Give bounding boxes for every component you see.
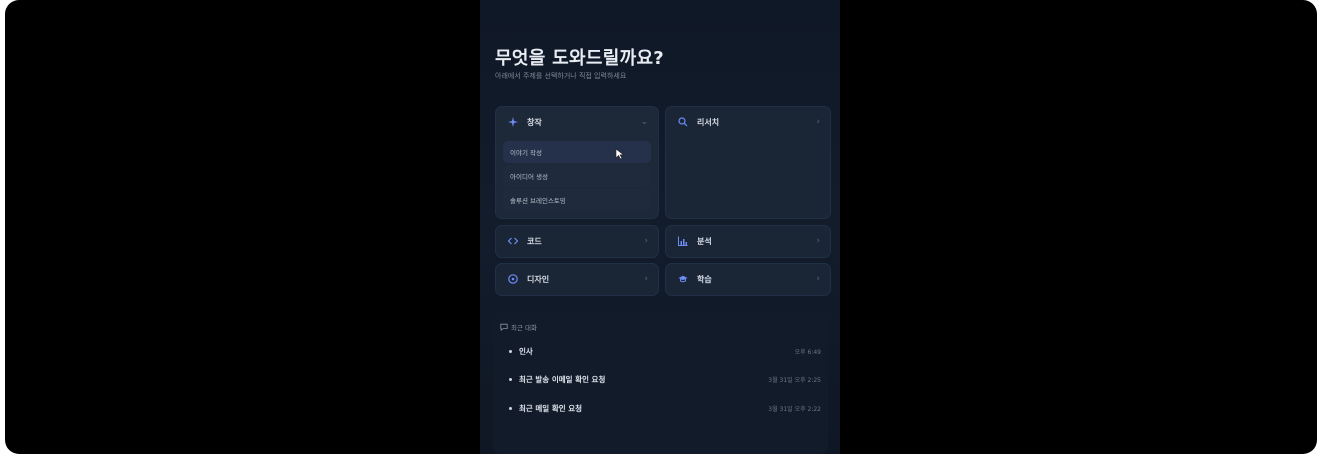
palette-icon [508, 274, 518, 284]
chevron-right-icon: › [644, 236, 648, 246]
option-generate-ideas[interactable]: 아이디어 생성 [503, 165, 651, 187]
chevron-right-icon: › [816, 117, 820, 127]
chevron-down-icon: ⌄ [640, 117, 648, 127]
card-label-design: 디자인 [527, 274, 550, 284]
conversation-item[interactable]: 최근 발송 이메일 확인 요청 3월 31일 오후 2:25 [493, 369, 828, 389]
conversation-item[interactable]: 인사 오후 6:49 [493, 341, 828, 361]
option-write-story[interactable]: 이야기 작성 [503, 141, 651, 163]
chart-icon [678, 236, 688, 246]
page-title: 무엇을 도와드릴까요? [495, 48, 665, 69]
page-subtitle: 아래에서 주제를 선택하거나 직접 입력하세요 [495, 72, 627, 80]
topic-card-analysis[interactable]: 분석 › [665, 225, 831, 258]
option-brainstorm-solutions[interactable]: 솔루션 브레인스토밍 [503, 189, 651, 211]
conversation-title: 최근 발송 이메일 확인 요청 [519, 374, 606, 384]
recent-heading: 최근 대화 [500, 322, 537, 332]
search-icon [678, 117, 688, 127]
graduation-cap-icon [678, 275, 688, 283]
chat-panel: 무엇을 도와드릴까요? 아래에서 주제를 선택하거나 직접 입력하세요 창작 ⌄… [480, 0, 840, 454]
chevron-right-icon: › [644, 274, 648, 284]
chevron-right-icon: › [816, 236, 820, 246]
code-icon [508, 237, 518, 245]
bullet-icon [509, 349, 512, 353]
card-label-analysis: 분석 [697, 236, 712, 246]
card-label-create: 창작 [527, 117, 542, 127]
bullet-icon [509, 377, 512, 381]
conversation-item[interactable]: 최근 메일 확인 요청 3월 31일 오후 2:22 [493, 398, 828, 418]
sparkle-icon [508, 117, 518, 127]
conversation-title: 최근 메일 확인 요청 [519, 403, 583, 413]
topic-card-design[interactable]: 디자인 › [495, 263, 659, 296]
topic-card-create[interactable]: 창작 ⌄ 이야기 작성 아이디어 생성 솔루션 브레인스토밍 [495, 106, 659, 219]
card-label-code: 코드 [527, 236, 542, 246]
card-label-learn: 학습 [697, 274, 712, 284]
conversation-title: 인사 [519, 346, 533, 356]
conversation-time: 오후 6:49 [794, 348, 821, 356]
app-window: 무엇을 도와드릴까요? 아래에서 주제를 선택하거나 직접 입력하세요 창작 ⌄… [5, 0, 1317, 454]
bullet-icon [509, 406, 512, 410]
topic-card-learn[interactable]: 학습 › [665, 263, 831, 296]
recent-heading-label: 최근 대화 [511, 324, 537, 332]
topic-card-code[interactable]: 코드 › [495, 225, 659, 258]
topic-card-research[interactable]: 리서치 › [665, 106, 831, 219]
recent-conversations: 최근 대화 인사 오후 6:49 최근 발송 이메일 확인 요청 3월 31일 … [493, 313, 828, 454]
conversation-time: 3월 31일 오후 2:22 [768, 405, 821, 413]
mouse-cursor-icon [615, 148, 625, 160]
card-label-research: 리서치 [697, 117, 720, 127]
conversation-time: 3월 31일 오후 2:25 [768, 376, 821, 384]
chevron-right-icon: › [816, 274, 820, 284]
chat-bubble-icon [500, 323, 508, 331]
